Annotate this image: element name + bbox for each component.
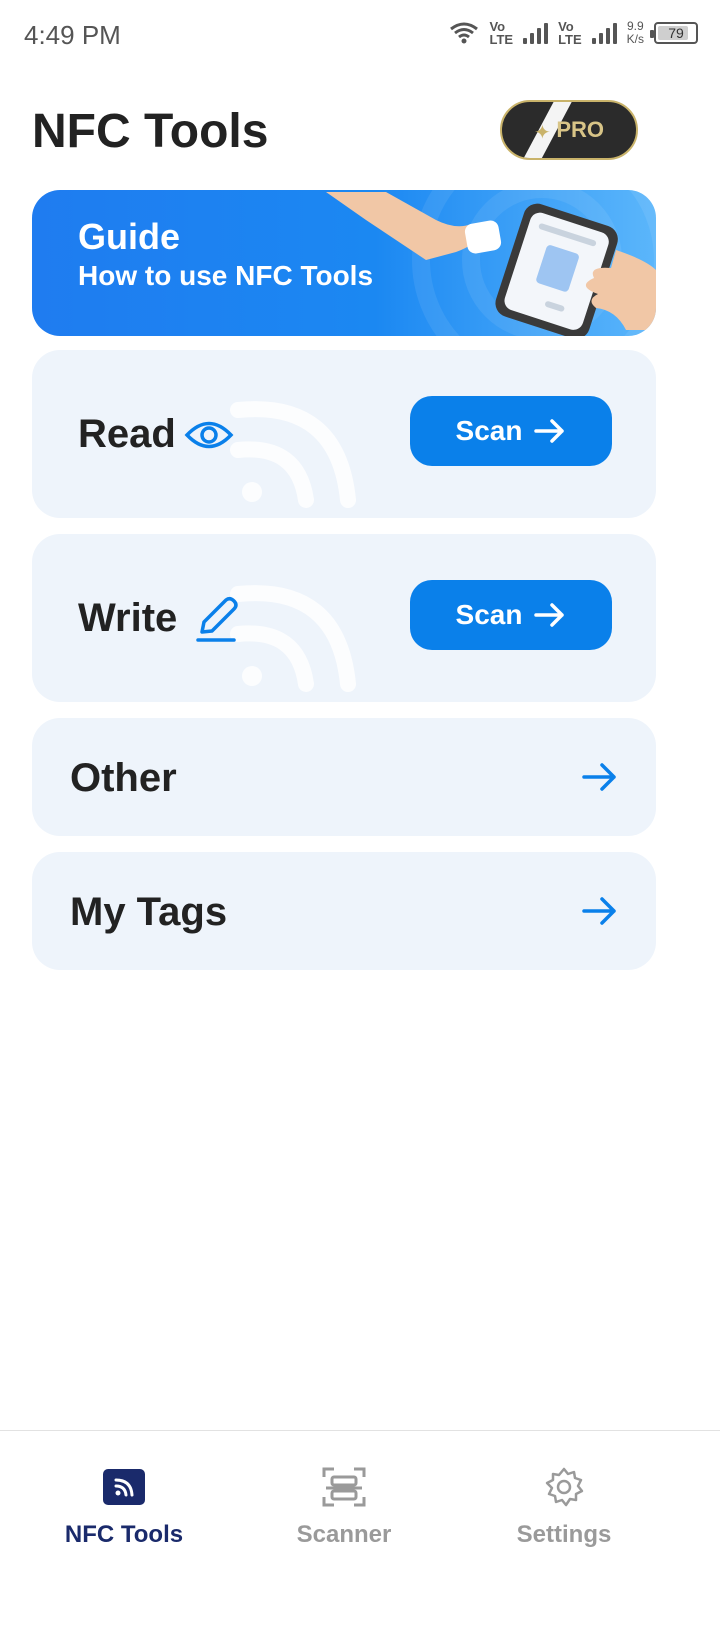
my-tags-label: My Tags xyxy=(70,890,228,934)
gear-icon xyxy=(541,1467,587,1507)
pro-label: PRO xyxy=(556,117,604,142)
volte-indicator-1: Vo LTE xyxy=(489,20,513,46)
bottom-nav: NFC Tools Scanner Settings xyxy=(0,1430,720,1640)
write-scan-button[interactable]: Scan xyxy=(410,580,612,650)
nav-item-scanner[interactable]: Scanner xyxy=(244,1467,444,1549)
speed-unit: K/s xyxy=(626,32,644,46)
scan-label: Scan xyxy=(455,415,523,446)
nfc-wave-watermark xyxy=(230,585,356,692)
nav-label: NFC Tools xyxy=(64,1521,184,1548)
wifi-icon xyxy=(450,22,479,44)
battery-level: 79 xyxy=(668,25,684,41)
write-card[interactable]: Write Scan xyxy=(32,534,656,702)
page-title: NFC Tools xyxy=(32,105,269,158)
guide-subtitle: How to use NFC Tools xyxy=(78,260,374,291)
network-speed: 9.9 K/s xyxy=(627,20,644,46)
battery-icon: 79 xyxy=(650,22,698,44)
crown-icon: ✦ xyxy=(534,122,551,144)
read-scan-button[interactable]: Scan xyxy=(410,396,612,466)
nav-label: Settings xyxy=(516,1521,612,1548)
nfc-wave-watermark xyxy=(230,401,356,508)
volte-bottom: LTE xyxy=(489,32,514,47)
write-label: Write xyxy=(78,596,178,640)
status-icons: Vo LTE Vo LTE 9.9 K/s 79 xyxy=(449,20,698,46)
guide-banner[interactable]: Guide How to use NFC Tools xyxy=(32,190,656,336)
status-bar: 4:49 PM Vo LTE Vo LTE 9.9 K/s 79 xyxy=(0,0,720,72)
signal-icon xyxy=(523,22,549,44)
pro-button[interactable]: ✦ PRO xyxy=(500,100,638,160)
other-card[interactable]: Other xyxy=(32,718,656,836)
scan-label: Scan xyxy=(455,599,523,630)
nav-item-nfc-tools[interactable]: NFC Tools xyxy=(24,1467,224,1549)
scanner-icon xyxy=(321,1467,367,1507)
my-tags-card[interactable]: My Tags xyxy=(32,852,656,970)
signal-icon xyxy=(591,22,617,44)
read-card[interactable]: Read Scan xyxy=(32,350,656,518)
arrow-right-icon xyxy=(582,763,616,791)
volte-indicator-2: Vo LTE xyxy=(558,20,582,46)
nav-item-settings[interactable]: Settings xyxy=(464,1467,664,1549)
status-time: 4:49 PM xyxy=(24,20,121,50)
arrow-right-icon xyxy=(534,419,565,443)
guide-illustration xyxy=(326,192,656,336)
arrow-right-icon xyxy=(582,897,616,925)
arrow-right-icon xyxy=(534,603,565,627)
guide-title: Guide xyxy=(78,216,181,257)
volte-bottom: LTE xyxy=(558,32,582,47)
nav-label: Scanner xyxy=(296,1521,392,1548)
other-label: Other xyxy=(70,756,177,800)
pencil-icon xyxy=(196,596,238,642)
read-label: Read xyxy=(78,412,176,456)
nfc-icon xyxy=(101,1467,147,1507)
eye-icon xyxy=(184,421,234,449)
